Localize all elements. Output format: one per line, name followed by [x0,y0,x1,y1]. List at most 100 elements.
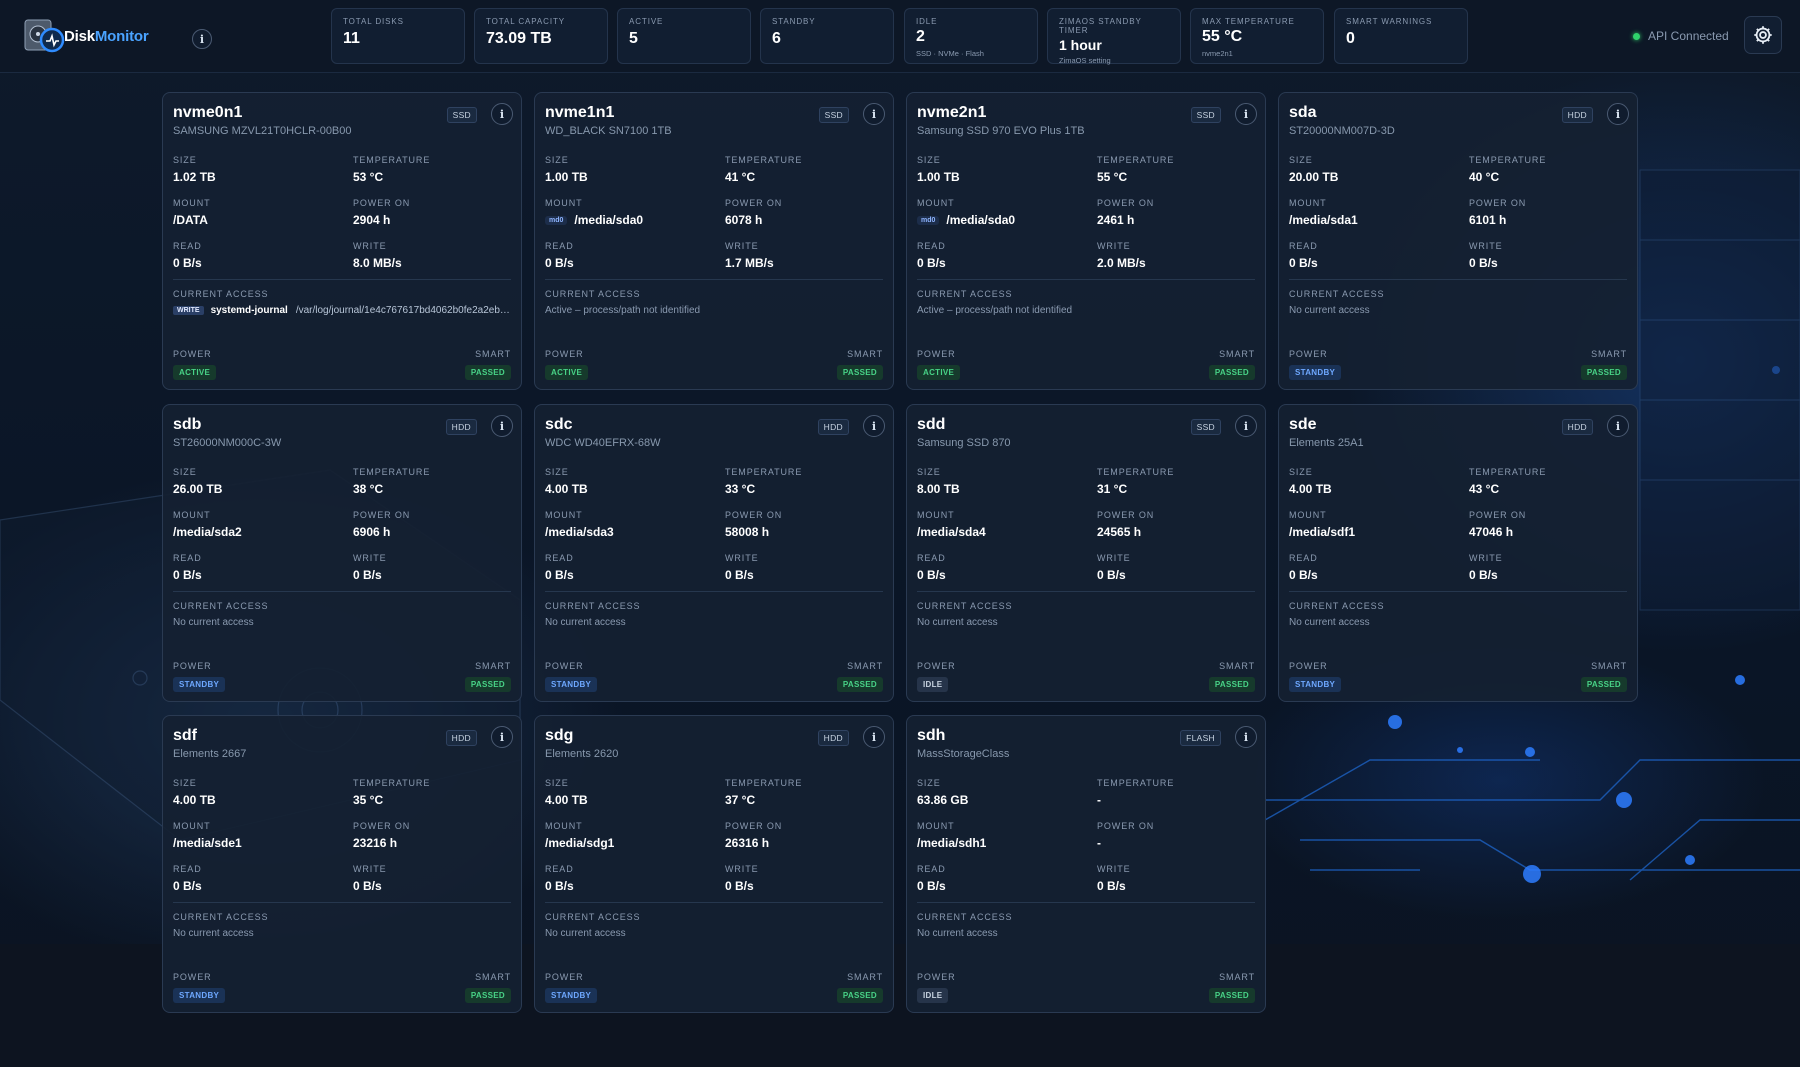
power-label: POWER [173,349,212,359]
access-text: Active – process/path not identified [917,305,1073,316]
field-value: 55 °C [1097,170,1128,184]
disk-card[interactable]: sdf Elements 2667 HDD i SIZE 4.00 TB TEM… [162,715,522,1013]
access-text: No current access [545,928,626,939]
access-text: No current access [1289,305,1370,316]
field-value: 4.00 TB [545,482,588,496]
disk-card[interactable]: sdh MassStorageClass FLASH i SIZE 63.86 … [906,715,1266,1013]
field-label: WRITE [1469,553,1503,563]
info-icon[interactable]: i [1235,103,1257,125]
mount-field: MOUNT md0/media/sda0 [545,198,643,227]
field-label: TEMPERATURE [353,778,431,788]
field-value: 1.7 MB/s [725,256,774,270]
settings-button[interactable] [1744,16,1782,54]
stat-value: 6 [772,30,781,47]
field-label: POWER ON [1469,198,1527,208]
disk-type-badge: FLASH [1180,730,1221,746]
power-on-field: POWER ON 47046 h [1469,510,1526,539]
read-field: READ 0 B/s [173,241,202,270]
field-label: WRITE [353,553,387,563]
field-value: 0 B/s [173,568,202,582]
disk-card[interactable]: nvme2n1 Samsung SSD 970 EVO Plus 1TB SSD… [906,92,1266,390]
stat-total-disks: TOTAL DISKS 11 [331,8,465,64]
field-label: READ [545,864,574,874]
field-value: 20.00 TB [1289,170,1339,184]
field-value: 31 °C [1097,482,1128,496]
field-label: TEMPERATURE [1469,155,1547,165]
read-field: READ 0 B/s [917,553,946,582]
field-label: POWER ON [1469,510,1527,520]
field-label: TEMPERATURE [353,155,431,165]
current-access-value: Active – process/path not identified [545,305,885,316]
size-field: SIZE 1.00 TB [917,155,960,184]
smart-status-badge: PASSED [836,365,883,380]
temperature-field: TEMPERATURE 31 °C [1097,467,1174,496]
disk-card[interactable]: sdd Samsung SSD 870 SSD i SIZE 8.00 TB T… [906,404,1266,702]
write-field: WRITE 8.0 MB/s [353,241,402,270]
field-label: READ [173,864,202,874]
current-access-value: No current access [917,928,1257,939]
access-path: /var/log/journal/1e4c767617bd4062b0fe2a2… [295,305,513,316]
disk-card[interactable]: sda ST20000NM007D-3D HDD i SIZE 20.00 TB… [1278,92,1638,390]
field-value: 0 B/s [1097,879,1126,893]
field-value: 0 B/s [725,568,754,582]
info-icon[interactable]: i [1607,103,1629,125]
disk-card[interactable]: sdc WDC WD40EFRX-68W HDD i SIZE 4.00 TB … [534,404,894,702]
disk-card[interactable]: sde Elements 25A1 HDD i SIZE 4.00 TB TEM… [1278,404,1638,702]
info-icon[interactable]: i [1607,415,1629,437]
info-icon[interactable]: i [491,103,513,125]
current-access-label: CURRENT ACCESS [545,289,641,299]
disk-type-badge: HDD [817,419,849,435]
stat-label: ZIMAOS STANDBY TIMER [1059,17,1142,35]
smart-label: SMART [1591,661,1627,671]
field-label: READ [917,864,946,874]
field-label: POWER ON [725,821,783,831]
smart-label: SMART [847,972,883,982]
current-access-value: No current access [545,928,885,939]
temperature-field: TEMPERATURE 43 °C [1469,467,1546,496]
stat-max-temperature: MAX TEMPERATURE 55 °C nvme2n1 [1190,8,1324,64]
disk-type-badge: HDD [817,730,849,746]
field-label: READ [917,241,946,251]
info-icon[interactable]: i [1235,415,1257,437]
info-icon[interactable]: i [192,29,212,49]
size-field: SIZE 1.00 TB [545,155,588,184]
divider [545,279,883,280]
divider [545,902,883,903]
divider [1289,591,1627,592]
read-field: READ 0 B/s [545,864,574,893]
current-access-value: No current access [917,617,1257,628]
field-value: 38 °C [353,482,384,496]
stat-value: 73.09 TB [486,30,552,47]
app-logo[interactable]: DiskMonitor [22,14,190,58]
current-access-value: No current access [1289,305,1629,316]
info-icon[interactable]: i [491,415,513,437]
access-process: systemd-journal [210,305,288,316]
info-icon[interactable]: i [863,726,885,748]
disk-card[interactable]: nvme0n1 SAMSUNG MZVL21T0HCLR-00B00 SSD i… [162,92,522,390]
stat-standby: STANDBY 6 [760,8,894,64]
smart-label: SMART [475,349,511,359]
disk-card[interactable]: sdg Elements 2620 HDD i SIZE 4.00 TB TEM… [534,715,894,1013]
read-field: READ 0 B/s [917,864,946,893]
current-access-label: CURRENT ACCESS [545,912,641,922]
field-value: 41 °C [725,170,756,184]
mount-path: /media/sdf1 [1289,525,1356,539]
field-value: 47046 h [1469,525,1514,539]
info-icon[interactable]: i [1235,726,1257,748]
disk-card[interactable]: sdb ST26000NM000C-3W HDD i SIZE 26.00 TB… [162,404,522,702]
field-label: TEMPERATURE [725,778,803,788]
smart-status-badge: PASSED [1580,677,1627,692]
info-icon[interactable]: i [863,103,885,125]
info-icon[interactable]: i [491,726,513,748]
current-access-label: CURRENT ACCESS [1289,289,1385,299]
field-value: 1.00 TB [917,170,960,184]
mount-path: /media/sdh1 [917,836,987,850]
disk-card[interactable]: nvme1n1 WD_BLACK SN7100 1TB SSD i SIZE 1… [534,92,894,390]
md-badge: md0 [917,215,940,225]
info-icon[interactable]: i [863,415,885,437]
disk-model: WD_BLACK SN7100 1TB [545,125,672,137]
field-label: READ [173,553,202,563]
field-label: WRITE [1097,241,1131,251]
stat-label: TOTAL CAPACITY [486,17,565,26]
temperature-field: TEMPERATURE 35 °C [353,778,430,807]
